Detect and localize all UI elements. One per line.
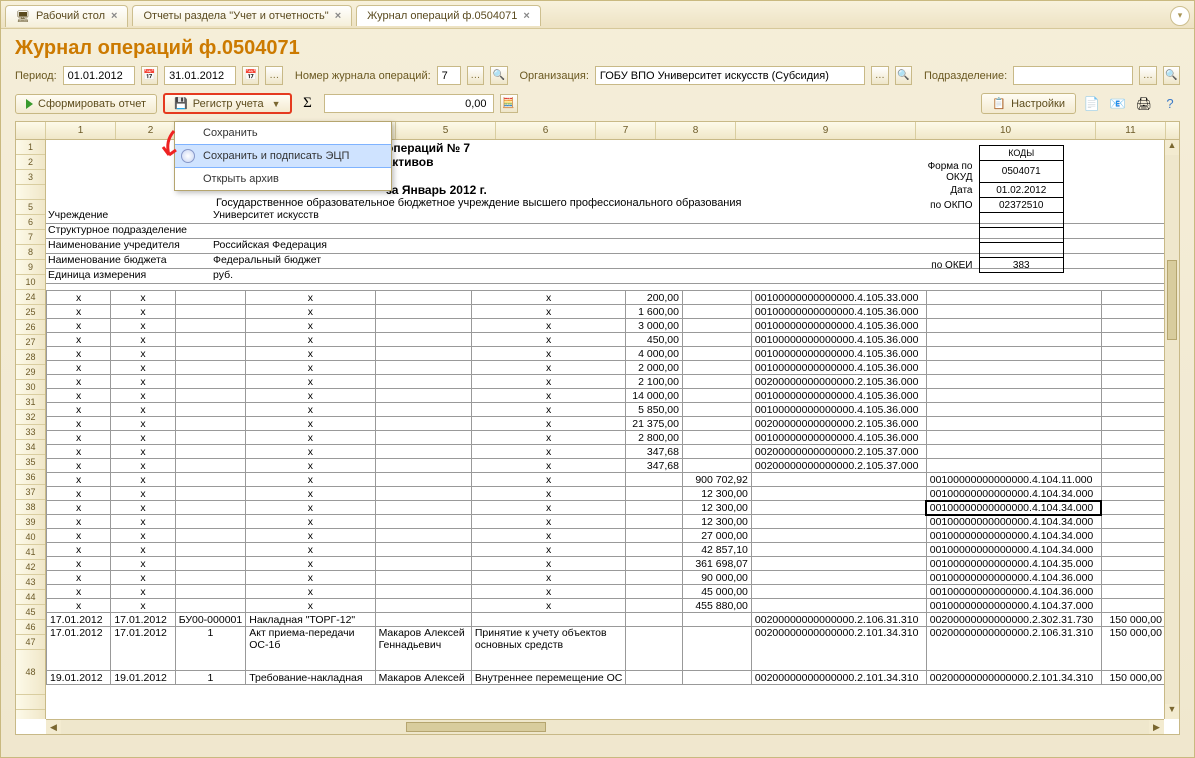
journal-label: Номер журнала операций: xyxy=(295,70,431,82)
sum-field[interactable] xyxy=(324,94,494,113)
sheet-content[interactable]: операций № 7 щению нефинансовых активов … xyxy=(46,140,1164,719)
export-icon[interactable]: 📄 xyxy=(1082,94,1102,114)
dept-label: Подразделение: xyxy=(924,70,1007,82)
vertical-scrollbar[interactable]: ▲ ▼ xyxy=(1164,140,1179,719)
calendar-icon[interactable]: 📅 xyxy=(141,66,158,85)
lookup-button[interactable]: … xyxy=(467,66,484,85)
search-icon[interactable]: 🔍 xyxy=(1163,66,1180,85)
settings-icon: 📋 xyxy=(992,97,1006,110)
scroll-down-icon[interactable]: ▼ xyxy=(1165,704,1179,719)
tab-desktop[interactable]: 🖥 Рабочий стол × xyxy=(5,5,128,27)
toolbar: Сформировать отчет 💾 Регистр учета ▼ Σ 🧮… xyxy=(1,91,1194,120)
registr-button[interactable]: 💾 Регистр учета ▼ xyxy=(163,93,291,114)
button-label: Регистр учета xyxy=(193,98,264,110)
tab-label: Отчеты раздела "Учет и отчетность" xyxy=(143,10,328,22)
tab-reports[interactable]: Отчеты раздела "Учет и отчетность" × xyxy=(132,5,352,26)
org-input[interactable] xyxy=(595,66,865,85)
scroll-right-icon[interactable]: ▶ xyxy=(1149,720,1164,734)
desktop-icon: 🖥 xyxy=(16,10,30,23)
menu-save[interactable]: Сохранить xyxy=(175,122,391,144)
registr-menu: Сохранить Сохранить и подписать ЭЦП Откр… xyxy=(174,121,392,191)
tab-bar: 🖥 Рабочий стол × Отчеты раздела "Учет и … xyxy=(1,1,1194,29)
tab-journal[interactable]: Журнал операций ф.0504071 × xyxy=(356,5,541,26)
row-numbers: 1235678910242526272829303132333435363738… xyxy=(16,140,46,719)
help-icon[interactable]: ? xyxy=(1160,94,1180,114)
print-icon[interactable]: 🖨 xyxy=(1134,94,1154,114)
lookup-button[interactable]: … xyxy=(1139,66,1156,85)
button-label: Настройки xyxy=(1011,98,1065,110)
calendar-icon[interactable]: 📅 xyxy=(242,66,259,85)
sum-icon[interactable]: Σ xyxy=(298,95,318,112)
close-icon[interactable]: × xyxy=(335,10,341,22)
tab-label: Рабочий стол xyxy=(36,10,105,22)
org-label: Организация: xyxy=(520,70,589,82)
page-title: Журнал операций ф.0504071 xyxy=(1,29,1194,64)
search-icon[interactable]: 🔍 xyxy=(895,66,912,85)
settings-button[interactable]: 📋 Настройки xyxy=(981,93,1076,114)
lookup-button[interactable]: … xyxy=(871,66,888,85)
period-picker-button[interactable]: … xyxy=(265,66,282,85)
dropdown-round-button[interactable]: ▾ xyxy=(1170,6,1190,26)
chevron-down-icon: ▼ xyxy=(272,99,281,109)
close-icon[interactable]: × xyxy=(111,10,117,22)
period-label: Период: xyxy=(15,70,57,82)
sign-icon xyxy=(181,149,195,163)
journal-number-input[interactable] xyxy=(437,66,461,85)
calc-icon[interactable]: 🧮 xyxy=(500,94,518,113)
params-row: Период: 📅 📅 … Номер журнала операций: … … xyxy=(1,64,1194,91)
scroll-thumb[interactable] xyxy=(406,722,546,732)
menu-open-archive[interactable]: Открыть архив xyxy=(175,168,391,190)
button-label: Сформировать отчет xyxy=(38,98,146,110)
date-to-input[interactable] xyxy=(164,66,236,85)
menu-save-sign[interactable]: Сохранить и подписать ЭЦП xyxy=(175,144,391,168)
horizontal-scrollbar[interactable]: ◀ ▶ xyxy=(46,719,1164,734)
scroll-up-icon[interactable]: ▲ xyxy=(1165,140,1179,155)
mail-icon[interactable]: 📧 xyxy=(1108,94,1128,114)
date-from-input[interactable] xyxy=(63,66,135,85)
tab-label: Журнал операций ф.0504071 xyxy=(367,10,517,22)
spreadsheet: 1234567891011 12356789102425262728293031… xyxy=(15,121,1180,735)
kody-box: КОДЫ Форма по ОКУД0504071 Дата01.02.2012… xyxy=(904,145,1064,273)
close-icon[interactable]: × xyxy=(523,10,529,22)
search-icon[interactable]: 🔍 xyxy=(490,66,507,85)
data-table[interactable]: xxxx200,0000100000000000000.4.105.33.000… xyxy=(46,290,1164,685)
scroll-left-icon[interactable]: ◀ xyxy=(46,720,61,734)
scroll-thumb[interactable] xyxy=(1167,260,1177,340)
form-report-button[interactable]: Сформировать отчет xyxy=(15,94,157,114)
save-icon: 💾 xyxy=(174,97,188,110)
dept-input[interactable] xyxy=(1013,66,1133,85)
